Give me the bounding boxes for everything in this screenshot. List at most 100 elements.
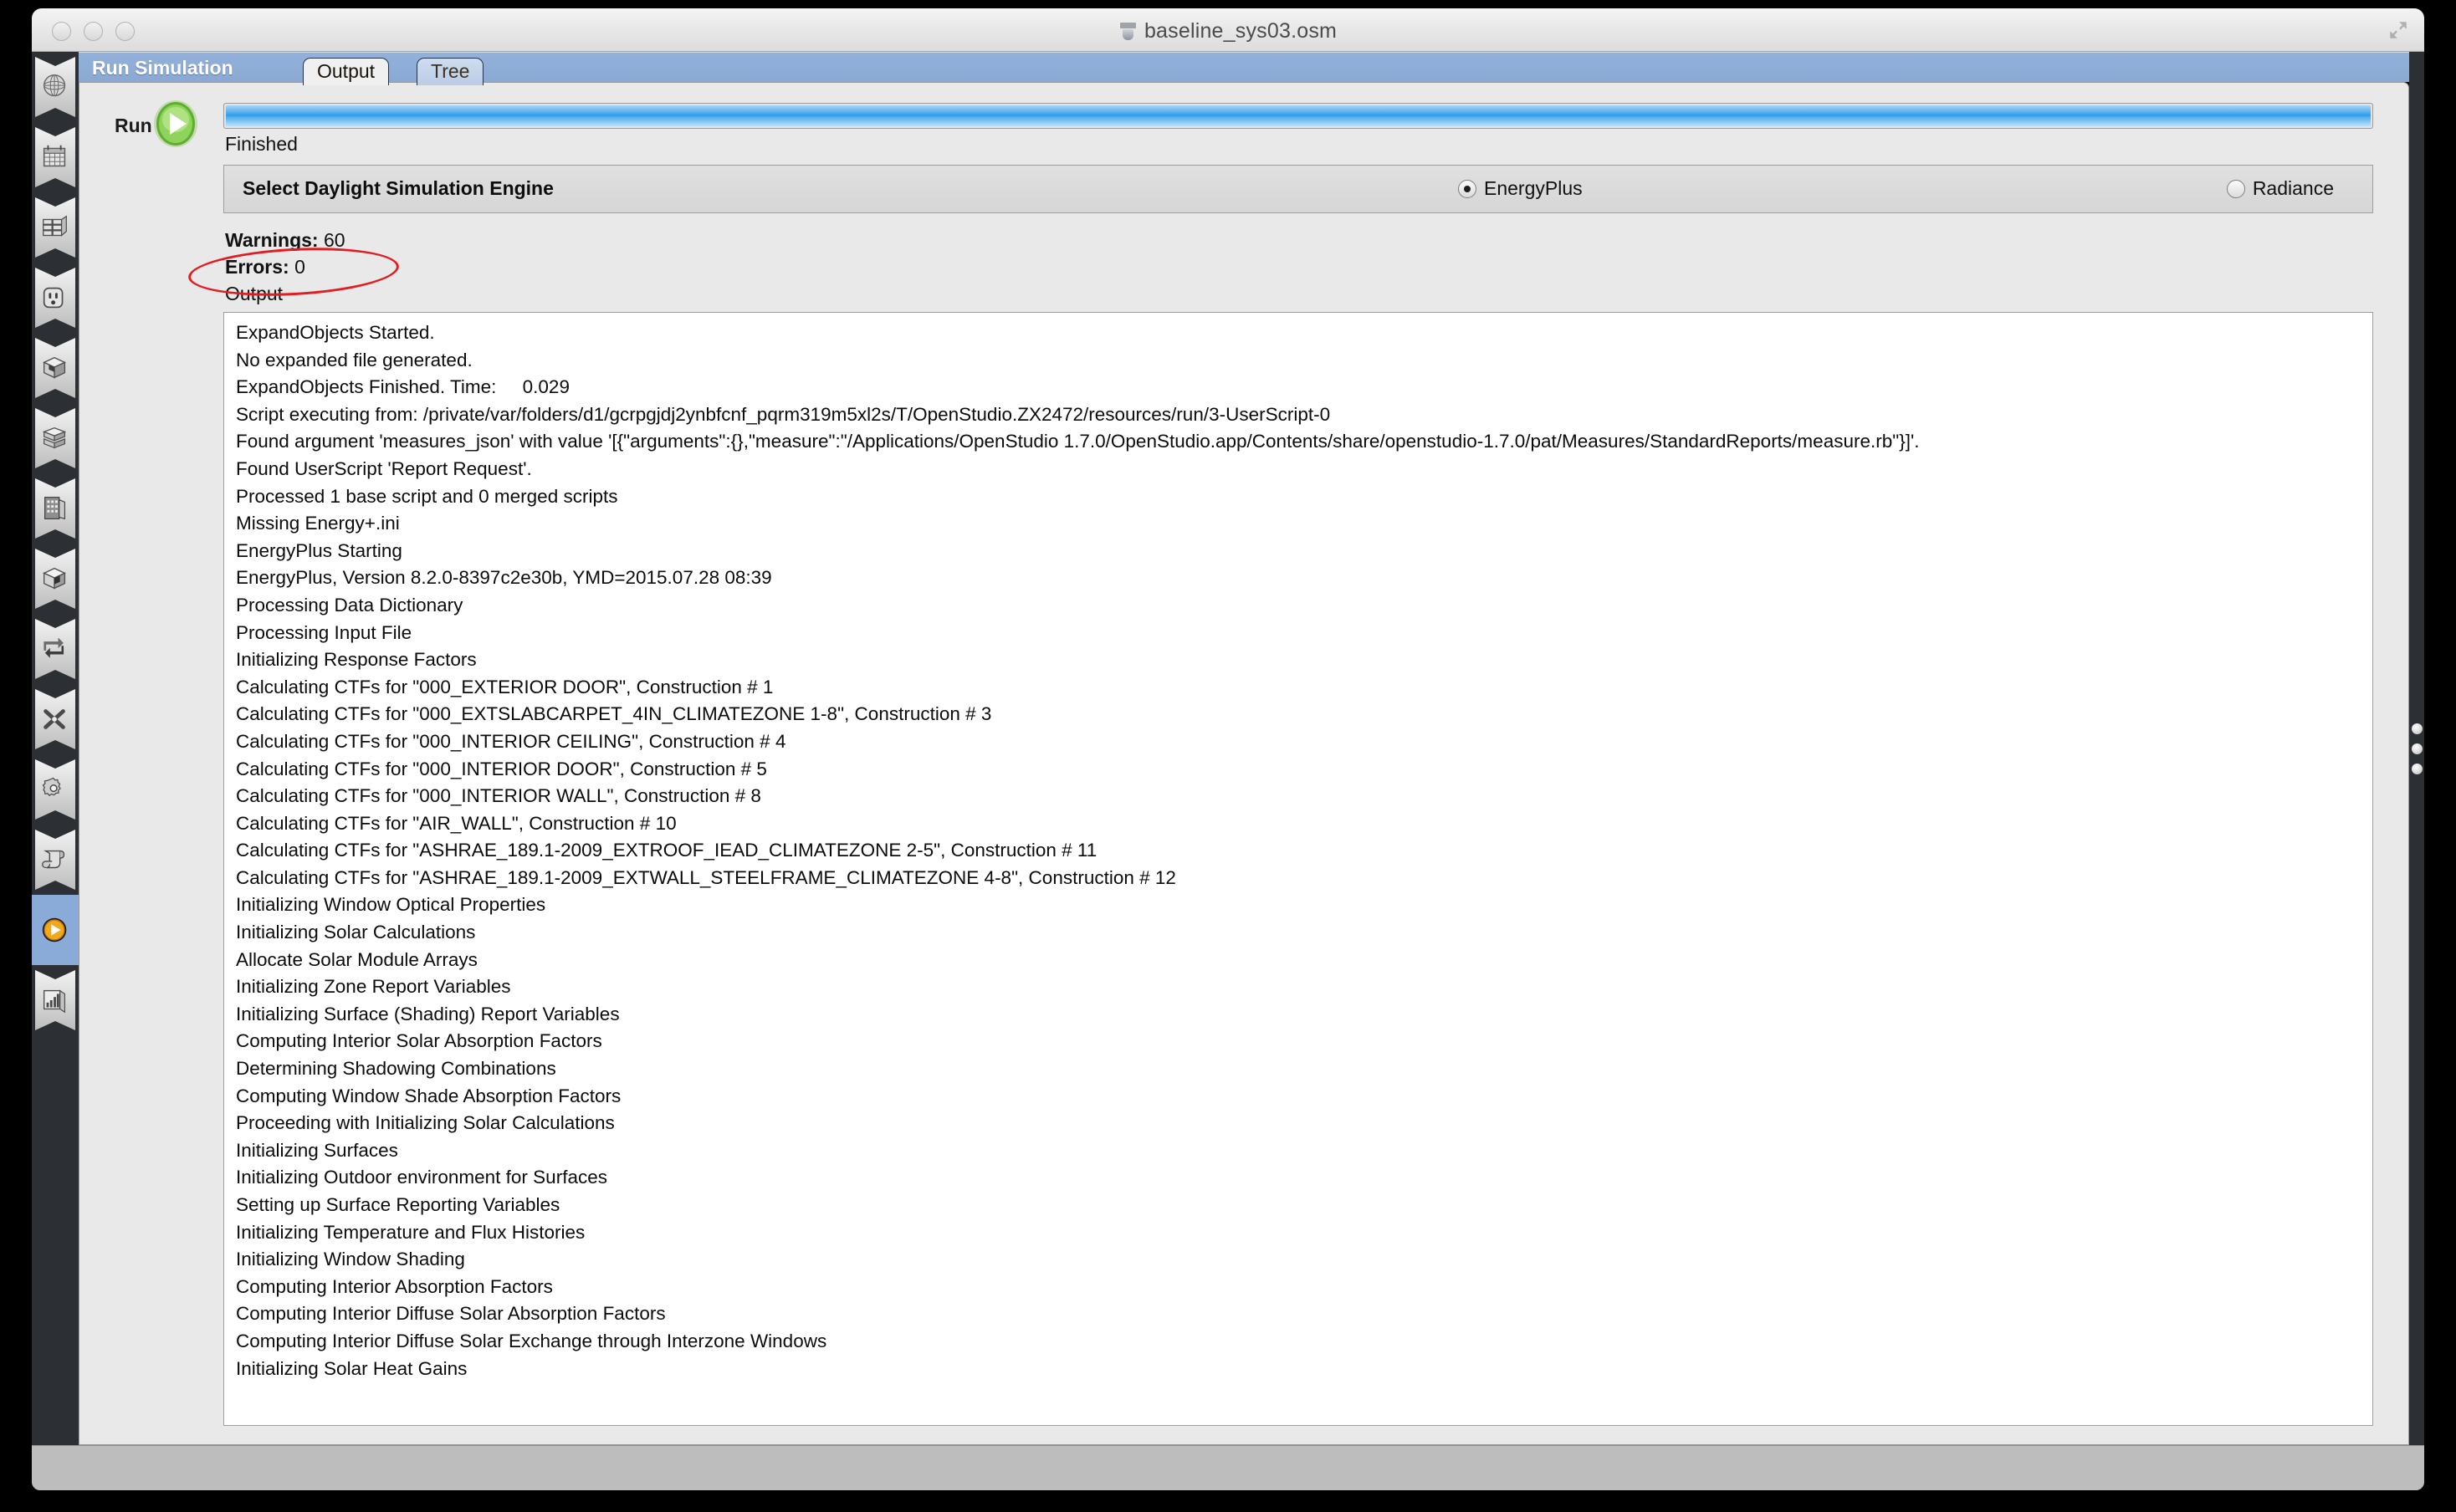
- bar-chart-icon: [39, 984, 71, 1016]
- daylight-engine-label: Select Daylight Simulation Engine: [243, 177, 554, 199]
- log-line: Computing Interior Diffuse Solar Exchang…: [236, 1330, 827, 1351]
- log-line: Calculating CTFs for "000_EXTSLABCARPET_…: [236, 703, 992, 725]
- constructions-chip: [35, 197, 75, 258]
- sidebar-item-schedules[interactable]: [32, 122, 79, 192]
- facility-chip: [35, 478, 75, 539]
- log-line: Processed 1 base script and 0 merged scr…: [236, 485, 618, 507]
- radio-radiance[interactable]: Radiance: [2226, 177, 2334, 200]
- measures-chip: [35, 830, 75, 890]
- gear-icon: [39, 774, 71, 805]
- log-line: Initializing Window Shading: [236, 1249, 465, 1270]
- run-summary: Warnings: 60 Errors: 0 Output: [225, 227, 345, 307]
- sidebar-item-spaces[interactable]: [32, 544, 79, 614]
- status-bar: [32, 1445, 2424, 1490]
- log-line: EnergyPlus Starting: [236, 539, 402, 561]
- thermal-zones-chip: [35, 619, 75, 679]
- log-line: Allocate Solar Module Arrays: [236, 948, 478, 970]
- navigation-rail: [32, 52, 79, 1445]
- log-line: Calculating CTFs for "000_INTERIOR CEILI…: [236, 730, 786, 752]
- log-line: Missing Energy+.ini: [236, 513, 400, 534]
- warnings-count: 60: [323, 229, 345, 251]
- log-line: ExpandObjects Started.: [236, 322, 435, 343]
- panel-resize-handle[interactable]: [2409, 52, 2424, 1445]
- log-line: EnergyPlus, Version 8.2.0-8397c2e30b, YM…: [236, 567, 772, 589]
- log-line: Initializing Response Factors: [236, 649, 477, 671]
- sidebar-item-measures[interactable]: [32, 825, 79, 895]
- output-panel: Run Finished Select Daylight Simulation …: [79, 82, 2409, 1445]
- sidebar-item-thermal-zones[interactable]: [32, 614, 79, 684]
- window-body: Run Simulation Output Tree Run Finished …: [32, 52, 2424, 1445]
- log-line: Initializing Temperature and Flux Histor…: [236, 1221, 586, 1243]
- errors-row: Errors: 0: [225, 253, 345, 280]
- log-line: Initializing Outdoor environment for Sur…: [236, 1167, 607, 1188]
- warnings-label: Warnings:: [225, 229, 319, 251]
- space-types-icon: [39, 352, 71, 384]
- constructions-icon: [39, 212, 71, 243]
- hvac-systems-icon: [39, 703, 71, 735]
- log-line: Found UserScript 'Report Request'.: [236, 457, 532, 479]
- log-line: Initializing Window Optical Properties: [236, 894, 546, 916]
- run-simulation-chip: [35, 900, 75, 960]
- output-variables-chip: [35, 759, 75, 820]
- log-line: Found argument 'measures_json' with valu…: [236, 431, 1920, 452]
- log-line: Computing Window Shade Absorption Factor…: [236, 1085, 622, 1106]
- output-label: Output: [225, 283, 284, 304]
- log-line: Calculating CTFs for "ASHRAE_189.1-2009_…: [236, 840, 1098, 861]
- window-title-text: baseline_sys03.osm: [1144, 19, 1338, 43]
- log-line: Initializing Surfaces: [236, 1139, 398, 1161]
- sidebar-item-results-summary[interactable]: [32, 965, 79, 1035]
- handle-dot: [2411, 763, 2423, 774]
- log-line: No expanded file generated.: [236, 349, 473, 370]
- sidebar-item-space-types[interactable]: [32, 333, 79, 403]
- hvac-systems-chip: [35, 689, 75, 749]
- log-line: Initializing Solar Calculations: [236, 922, 476, 943]
- schedules-chip: [35, 127, 75, 187]
- sidebar-item-output-variables[interactable]: [32, 754, 79, 825]
- sidebar-item-geometry[interactable]: [32, 403, 79, 473]
- site-icon: [39, 71, 71, 103]
- radio-radiance-indicator[interactable]: [2226, 179, 2245, 198]
- sidebar-item-loads[interactable]: [32, 263, 79, 333]
- sidebar-item-constructions[interactable]: [32, 192, 79, 263]
- log-line: Computing Interior Absorption Factors: [236, 1275, 553, 1297]
- log-line: Computing Interior Diffuse Solar Absorpt…: [236, 1303, 666, 1325]
- fullscreen-expand-icon[interactable]: [2387, 19, 2409, 41]
- sidebar-item-run-simulation[interactable]: [32, 895, 79, 965]
- loads-icon: [39, 282, 71, 314]
- log-line: Computing Interior Solar Absorption Fact…: [236, 1030, 602, 1052]
- output-log-lines: ExpandObjects Started. No expanded file g…: [224, 313, 2372, 1382]
- output-log-box[interactable]: ExpandObjects Started. No expanded file g…: [223, 312, 2373, 1426]
- run-play-button[interactable]: [151, 100, 200, 148]
- run-label: Run: [115, 115, 152, 136]
- log-line: Initializing Solar Heat Gains: [236, 1357, 468, 1379]
- log-line: Calculating CTFs for "000_INTERIOR DOOR"…: [236, 758, 767, 779]
- warnings-row: Warnings: 60: [225, 227, 345, 253]
- spaces-chip: [35, 549, 75, 609]
- tab-strip: Run Simulation Output Tree: [79, 52, 2424, 85]
- sidebar-item-hvac-systems[interactable]: [32, 684, 79, 754]
- scroll-icon: [39, 844, 71, 876]
- spaces-icon: [39, 563, 71, 595]
- errors-count: 0: [294, 256, 305, 278]
- site-chip: [35, 57, 75, 117]
- tab-tree[interactable]: Tree: [417, 58, 484, 85]
- schedules-icon: [39, 141, 71, 173]
- radio-energyplus-indicator[interactable]: [1458, 179, 1476, 198]
- sidebar-item-site[interactable]: [32, 52, 79, 122]
- run-simulation-icon: [39, 914, 71, 946]
- handle-dot: [2411, 723, 2423, 734]
- window-titlebar: baseline_sys03.osm: [32, 8, 2424, 52]
- log-line: Setting up Surface Reporting Variables: [236, 1194, 560, 1215]
- radio-energyplus[interactable]: EnergyPlus: [1458, 177, 1583, 200]
- thermal-zones-icon: [39, 633, 71, 665]
- log-line: Determining Shadowing Combinations: [236, 1058, 556, 1080]
- application-window: baseline_sys03.osm Run Simulation Output…: [32, 8, 2424, 1490]
- sidebar-item-facility[interactable]: [32, 473, 79, 544]
- window-title: baseline_sys03.osm: [32, 19, 2424, 43]
- log-line: Calculating CTFs for "000_EXTERIOR DOOR"…: [236, 676, 774, 697]
- log-line: Calculating CTFs for "000_INTERIOR WALL"…: [236, 785, 761, 807]
- log-line: Initializing Zone Report Variables: [236, 976, 511, 998]
- tab-output[interactable]: Output: [303, 58, 390, 85]
- log-line: ExpandObjects Finished. Time: 0.029: [236, 376, 570, 398]
- osm-document-icon: [1119, 23, 1137, 41]
